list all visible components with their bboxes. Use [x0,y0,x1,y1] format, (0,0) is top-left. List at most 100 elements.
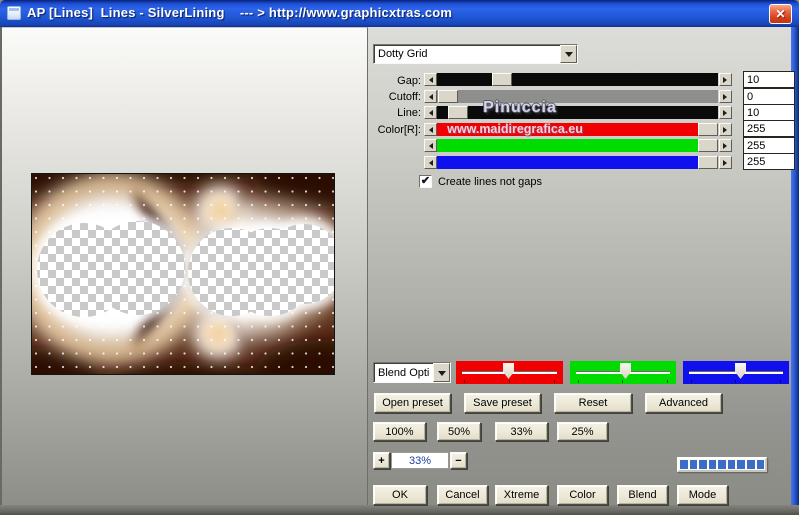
right-arrow-icon [723,159,730,166]
slider-left-arrow-button[interactable] [424,106,437,119]
slider-left-arrow-button[interactable] [424,156,437,169]
open-preset-button[interactable]: Open preset [374,393,451,413]
color-red-value-box[interactable]: 255 [743,120,795,137]
slider-right-arrow-button[interactable] [719,139,732,152]
right-arrow-icon [723,126,730,133]
cutoff-label: Cutoff: [388,91,421,103]
window-title: AP [Lines] Lines - SilverLining --- > ht… [27,5,453,20]
line-label: Line: [397,107,421,119]
gap-slider[interactable] [424,73,732,86]
left-arrow-icon [426,76,433,83]
progress-segment [727,460,736,469]
plugin-dialog-window: AP [Lines] Lines - SilverLining --- > ht… [0,0,799,515]
dropdown-arrow-button[interactable] [560,45,577,63]
save-preset-button[interactable]: Save preset [464,393,541,413]
reset-button[interactable]: Reset [554,393,632,413]
color-blue-value-box[interactable]: 255 [743,153,795,170]
progress-bar [677,457,767,472]
progress-segment [746,460,755,469]
effect-preset-value: Dotty Grid [378,48,428,60]
zoom-level-field[interactable]: 33% [391,452,449,469]
xtreme-button[interactable]: Xtreme [495,485,548,505]
blend-green-thumb[interactable] [620,363,631,379]
close-button[interactable]: ✕ [769,4,792,24]
slider-right-arrow-button[interactable] [719,123,732,136]
blend-red-slider[interactable] [456,361,563,384]
zoom-100-button[interactable]: 100% [373,422,426,441]
color-red-slider-thumb[interactable] [698,123,718,136]
preview-image[interactable] [31,173,335,375]
title-bar[interactable]: AP [Lines] Lines - SilverLining --- > ht… [0,0,799,27]
tick-mark [509,380,510,383]
chevron-down-icon [437,370,446,380]
blend-blue-thumb[interactable] [735,363,746,379]
dropdown-arrow-button[interactable] [433,363,450,382]
slider-left-arrow-button[interactable] [424,90,437,103]
right-arrow-icon [723,93,730,100]
color-r-label: Color[R]: [377,124,421,136]
cutoff-value-box[interactable]: 0 [743,88,795,105]
color-green-value-box[interactable]: 255 [743,137,795,154]
left-arrow-icon [426,159,433,166]
tick-mark [667,380,668,383]
color-blue-slider-track[interactable] [437,156,718,169]
zoom-25-button[interactable]: 25% [557,422,608,441]
progress-segment [680,460,688,469]
chevron-down-icon [564,52,573,61]
color-green-slider[interactable] [424,139,732,152]
left-arrow-icon [426,142,433,149]
left-arrow-icon [426,126,433,133]
color-blue-slider-thumb[interactable] [698,156,718,169]
blend-blue-slider[interactable] [683,361,789,384]
gap-value-box[interactable]: 10 [743,71,795,88]
create-lines-checkbox[interactable]: ✔ [419,175,432,188]
right-arrow-icon [723,109,730,116]
right-arrow-icon [723,76,730,83]
left-arrow-icon [426,93,433,100]
progress-segment [699,460,707,469]
tick-mark [464,380,465,383]
gap-slider-track[interactable] [437,73,718,86]
slider-right-arrow-button[interactable] [719,156,732,169]
window-bottom-border [0,505,799,515]
slider-right-arrow-button[interactable] [719,73,732,86]
slider-left-arrow-button[interactable] [424,73,437,86]
blend-options-dropdown[interactable]: Blend Opti [373,362,451,383]
zoom-50-button[interactable]: 50% [437,422,481,441]
progress-segment [718,460,726,469]
color-green-slider-track[interactable] [437,139,718,152]
mode-button[interactable]: Mode [677,485,728,505]
right-arrow-icon [723,142,730,149]
tick-mark [554,380,555,383]
blend-red-thumb[interactable] [503,363,514,379]
slider-right-arrow-button[interactable] [719,106,732,119]
slider-left-arrow-button[interactable] [424,139,437,152]
slider-left-arrow-button[interactable] [424,123,437,136]
gap-slider-thumb[interactable] [492,73,512,86]
left-arrow-icon [426,109,433,116]
blend-button[interactable]: Blend [617,485,668,505]
zoom-plus-button[interactable]: + [373,452,390,469]
cancel-button[interactable]: Cancel [437,485,488,505]
ok-button[interactable]: OK [373,485,427,505]
progress-segment [689,460,698,469]
watermark-name: Pinuccia [483,99,557,116]
zoom-33-button[interactable]: 33% [495,422,548,441]
progress-segment [756,460,765,469]
effect-preset-dropdown[interactable]: Dotty Grid [373,44,578,64]
create-lines-checkbox-label: Create lines not gaps [438,176,542,188]
tick-mark [735,380,736,383]
color-button[interactable]: Color [557,485,608,505]
progress-segment [737,460,745,469]
gap-label: Gap: [397,75,421,87]
tick-mark [622,380,623,383]
watermark-site: www.maidiregrafica.eu [447,122,583,136]
app-icon [7,6,21,20]
advanced-button[interactable]: Advanced [645,393,722,413]
color-green-slider-thumb[interactable] [698,139,718,152]
zoom-minus-button[interactable]: − [450,452,467,469]
color-blue-slider[interactable] [424,156,732,169]
line-value-box[interactable]: 10 [743,104,795,121]
blend-green-slider[interactable] [570,361,676,384]
slider-right-arrow-button[interactable] [719,90,732,103]
